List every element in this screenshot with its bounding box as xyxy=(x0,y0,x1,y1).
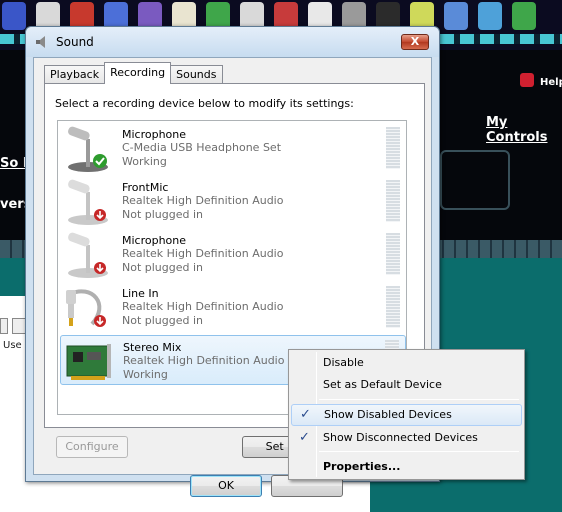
device-status: Not plugged in xyxy=(122,314,204,327)
menu-item-show-disconnected[interactable]: ✓ Show Disconnected Devices xyxy=(291,427,522,449)
menu-item-label: Show Disconnected Devices xyxy=(323,431,478,444)
window-title: Sound xyxy=(56,35,94,49)
ok-button[interactable]: OK xyxy=(190,475,262,497)
tab-sounds[interactable]: Sounds xyxy=(170,65,223,84)
background-pipe-graphic xyxy=(440,150,510,210)
level-meter xyxy=(386,180,400,222)
microphone-icon xyxy=(68,126,108,172)
device-name: Microphone xyxy=(122,234,187,247)
tab-playback[interactable]: Playback xyxy=(44,65,106,84)
sprite-image xyxy=(444,2,468,30)
device-status: Not plugged in xyxy=(122,261,204,274)
checkmark-icon: ✓ xyxy=(300,407,311,422)
close-icon: X xyxy=(410,35,420,48)
tab-recording[interactable]: Recording xyxy=(104,62,172,84)
menu-separator xyxy=(319,399,519,400)
background-input[interactable] xyxy=(0,318,8,334)
level-meter xyxy=(386,127,400,169)
sprite-image xyxy=(478,2,502,30)
close-button[interactable]: X xyxy=(401,34,429,50)
device-name: Line In xyxy=(122,287,159,300)
background-partial-text-use: Use xyxy=(3,340,22,351)
device-microphone-cmedia[interactable]: Microphone C-Media USB Headphone Set Wor… xyxy=(60,123,406,173)
speaker-icon xyxy=(36,36,45,48)
device-name: Microphone xyxy=(122,128,187,141)
device-status: Working xyxy=(123,368,168,381)
checkmark-icon: ✓ xyxy=(299,430,310,445)
level-meter xyxy=(386,233,400,275)
microphone-icon xyxy=(68,179,108,225)
title-bar[interactable]: Sound X xyxy=(26,27,439,57)
device-microphone-realtek[interactable]: Microphone Realtek High Definition Audio… xyxy=(60,229,406,279)
device-name: FrontMic xyxy=(122,181,169,194)
menu-item-show-disabled[interactable]: ✓ Show Disabled Devices xyxy=(291,404,522,426)
device-description: Realtek High Definition Audio xyxy=(122,300,284,313)
menu-item-label: Show Disabled Devices xyxy=(324,408,452,421)
device-status: Not plugged in xyxy=(122,208,204,221)
menu-item-label: Disable xyxy=(323,356,364,369)
device-description: Realtek High Definition Audio xyxy=(123,354,285,367)
device-description: C-Media USB Headphone Set xyxy=(122,141,282,154)
background-partial-link[interactable]: So l xyxy=(0,156,27,171)
menu-item-label: Set as Default Device xyxy=(323,378,442,391)
menu-item-label: Properties... xyxy=(323,460,401,473)
device-line-in[interactable]: Line In Realtek High Definition Audio No… xyxy=(60,282,406,332)
tab-strip: Playback Recording Sounds xyxy=(44,62,223,84)
level-meter xyxy=(386,286,400,328)
sprite-image xyxy=(512,2,536,30)
sprite-image xyxy=(2,2,26,30)
menu-item-set-default[interactable]: Set as Default Device xyxy=(291,374,522,396)
device-status: Working xyxy=(122,155,167,168)
menu-item-properties[interactable]: Properties... xyxy=(291,456,522,478)
configure-button[interactable]: Configure xyxy=(56,436,128,458)
line-in-cable-icon xyxy=(66,289,106,327)
instruction-text: Select a recording device below to modif… xyxy=(55,97,354,110)
device-frontmic[interactable]: FrontMic Realtek High Definition Audio N… xyxy=(60,176,406,226)
background-help-link[interactable]: Help xyxy=(540,77,562,88)
device-description: Realtek High Definition Audio xyxy=(122,247,284,260)
background-my-controls-link[interactable]: My Controls xyxy=(486,115,562,145)
microphone-icon xyxy=(68,232,108,278)
menu-item-disable[interactable]: Disable xyxy=(291,352,522,374)
device-name: Stereo Mix xyxy=(123,341,182,354)
menu-separator xyxy=(319,451,519,452)
device-context-menu: Disable Set as Default Device ✓ Show Dis… xyxy=(288,349,525,480)
sound-card-icon xyxy=(66,344,111,380)
device-description: Realtek High Definition Audio xyxy=(122,194,284,207)
help-icon[interactable] xyxy=(520,73,534,87)
